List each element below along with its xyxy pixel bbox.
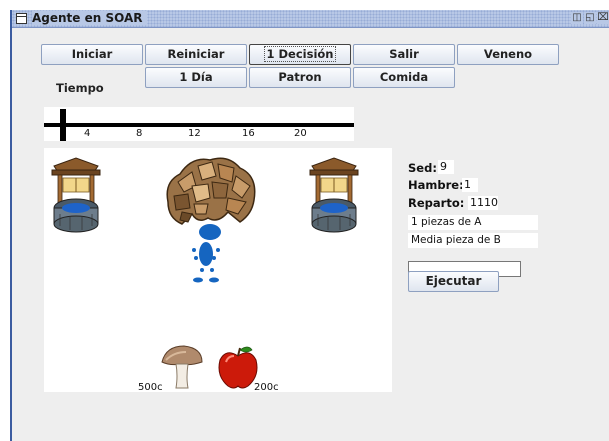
- restore-icon[interactable]: ◫: [571, 12, 583, 24]
- timeline-track: [44, 123, 354, 127]
- salir-button[interactable]: Salir: [353, 44, 455, 65]
- agent-window: Agente en SOAR ◫ ◱ ⌧ Iniciar Reiniciar 1…: [10, 10, 609, 441]
- un-dia-button[interactable]: 1 Día: [145, 67, 247, 88]
- timeline-cursor[interactable]: [60, 109, 66, 141]
- hambre-label: Hambre:: [408, 178, 464, 192]
- close-icon[interactable]: ⌧: [597, 12, 609, 24]
- veneno-button[interactable]: Veneno: [457, 44, 559, 65]
- timeline-tick: 16: [242, 128, 255, 139]
- timeline-tick: 8: [136, 128, 143, 139]
- title-bar[interactable]: Agente en SOAR ◫ ◱ ⌧: [12, 10, 609, 28]
- agent-figure-icon: [192, 224, 221, 283]
- reparto-value: 1110: [468, 196, 498, 210]
- una-decision-label: 1 Decisión: [263, 46, 337, 62]
- reiniciar-button[interactable]: Reiniciar: [145, 44, 247, 65]
- mushroom-icon: [161, 345, 203, 389]
- mushroom-price: 500c: [138, 382, 163, 393]
- iniciar-button[interactable]: Iniciar: [41, 44, 143, 65]
- apple-price: 200c: [254, 382, 279, 393]
- window-title: Agente en SOAR: [32, 11, 147, 25]
- hambre-value: 1: [462, 178, 478, 192]
- timeline-tick: 12: [188, 128, 201, 139]
- tiempo-label: Tiempo: [56, 81, 104, 95]
- sed-label: Sed:: [408, 161, 437, 175]
- comida-button[interactable]: Comida: [353, 67, 455, 88]
- timeline-tick: 4: [84, 128, 91, 139]
- timeline-slider[interactable]: 4 8 12 16 20: [44, 107, 354, 141]
- reparto-label: Reparto:: [408, 196, 465, 210]
- ejecutar-button[interactable]: Ejecutar: [408, 271, 499, 292]
- maximize-icon[interactable]: ◱: [584, 12, 596, 24]
- window-icon: [16, 13, 27, 24]
- sed-value: 9: [438, 160, 454, 174]
- well-icon: [51, 157, 101, 233]
- well-icon: [309, 157, 359, 233]
- status-line-b: Media pieza de B: [408, 233, 538, 248]
- world-board: 500c 200c: [44, 148, 392, 393]
- patron-button[interactable]: Patron: [249, 67, 351, 88]
- status-line-a: 1 piezas de A: [408, 215, 538, 230]
- timeline-tick: 20: [294, 128, 307, 139]
- una-decision-button[interactable]: 1 Decisión: [249, 44, 351, 65]
